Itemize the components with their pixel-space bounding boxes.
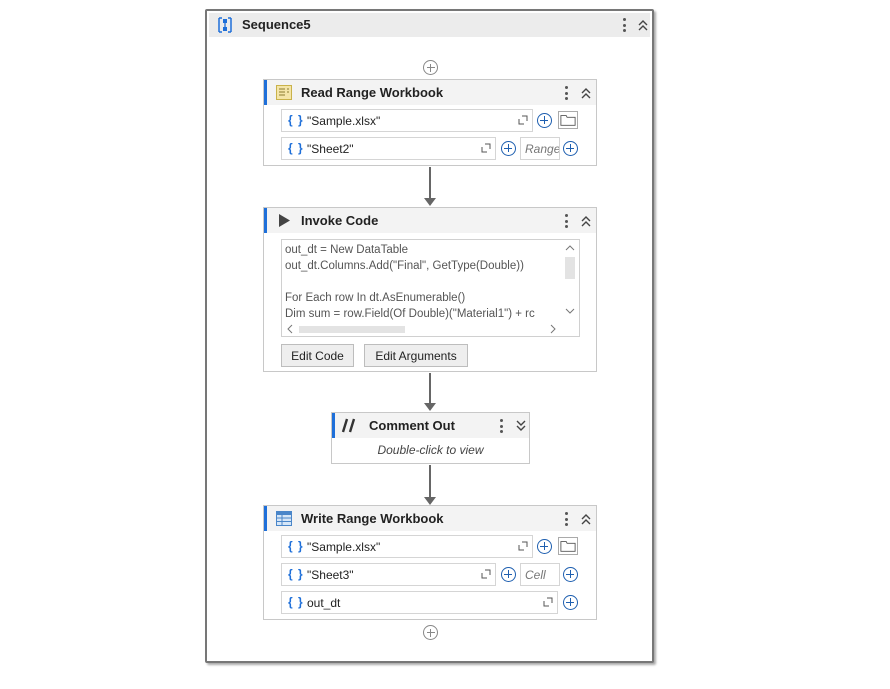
expand-editor-icon[interactable] [481, 143, 491, 153]
write-range-workbook-activity[interactable]: Write Range Workbook { } "Sample.xlsx" {… [263, 505, 597, 620]
workbook-path-plus-icon[interactable] [537, 539, 552, 554]
comment-slashes-icon [341, 418, 356, 433]
comment-out-activity[interactable]: Comment Out Double-click to view [331, 412, 530, 464]
sheet-name-plus-icon[interactable] [501, 567, 516, 582]
workbook-path-field[interactable]: { } "Sample.xlsx" [281, 535, 533, 558]
code-line: out_dt = New DataTable [285, 244, 409, 256]
add-activity-top-icon[interactable] [423, 60, 438, 75]
scroll-right-icon[interactable] [548, 323, 558, 335]
read-range-title: Read Range Workbook [301, 85, 444, 100]
expression-braces: { } [288, 113, 304, 127]
invoke-code-title: Invoke Code [301, 213, 379, 228]
excel-read-icon [276, 85, 292, 100]
workbook-path-field[interactable]: { } "Sample.xlsx" [281, 109, 533, 132]
cell-plus-icon[interactable] [563, 567, 578, 582]
sheet-name-value: "Sheet3" [307, 568, 354, 582]
code-line: out_dt.Columns.Add("Final", GetType(Doub… [285, 260, 524, 272]
sequence-header[interactable]: Sequence5 [209, 13, 650, 37]
expand-icon[interactable] [515, 419, 527, 433]
comment-out-header[interactable]: Comment Out [332, 413, 529, 438]
data-table-value: out_dt [307, 596, 341, 610]
range-plus-icon[interactable] [563, 141, 578, 156]
code-line: Dim sum = row.Field(Of Double)("Material… [285, 308, 535, 320]
starting-cell-field[interactable]: Cell [520, 563, 560, 586]
expand-editor-icon[interactable] [518, 115, 528, 125]
horizontal-scrollbar-thumb[interactable] [299, 326, 405, 333]
connector-arrow [424, 167, 436, 206]
collapse-icon[interactable] [637, 18, 649, 32]
expand-editor-icon[interactable] [481, 569, 491, 579]
read-range-header[interactable]: Read Range Workbook [264, 80, 596, 105]
invoke-code-header[interactable]: Invoke Code [264, 208, 596, 233]
expand-editor-icon[interactable] [543, 597, 553, 607]
expand-editor-icon[interactable] [518, 541, 528, 551]
scroll-up-icon[interactable] [564, 243, 576, 253]
code-preview[interactable]: out_dt = New DataTable out_dt.Columns.Ad… [281, 239, 580, 337]
read-range-menu-icon[interactable] [561, 84, 571, 102]
sequence-container[interactable]: Sequence5 Read Range Workbook { } "Sampl… [205, 9, 654, 663]
code-line: For Each row In dt.AsEnumerable() [285, 292, 466, 304]
comment-out-menu-icon[interactable] [496, 417, 506, 435]
workbook-path-plus-icon[interactable] [537, 113, 552, 128]
data-table-field[interactable]: { } out_dt [281, 591, 558, 614]
sheet-name-value: "Sheet2" [307, 142, 354, 156]
scroll-down-icon[interactable] [564, 306, 576, 316]
write-range-collapse-icon[interactable] [580, 512, 592, 526]
connector-arrow [424, 373, 436, 411]
sequence-menu-icon[interactable] [619, 16, 629, 34]
connector-arrow [424, 465, 436, 505]
data-table-plus-icon[interactable] [563, 595, 578, 610]
range-field[interactable]: Range [520, 137, 560, 160]
edit-code-button[interactable]: Edit Code [281, 344, 354, 367]
scroll-left-icon[interactable] [285, 323, 295, 335]
write-range-title: Write Range Workbook [301, 511, 444, 526]
write-range-menu-icon[interactable] [561, 510, 571, 528]
vertical-scrollbar-thumb[interactable] [565, 257, 575, 279]
invoke-code-activity[interactable]: Invoke Code out_dt = New DataTable out_d… [263, 207, 597, 372]
expression-braces: { } [288, 539, 304, 553]
edit-arguments-button[interactable]: Edit Arguments [364, 344, 468, 367]
comment-out-hint: Double-click to view [377, 443, 484, 457]
browse-folder-icon[interactable] [558, 111, 578, 129]
sequence-icon [218, 17, 232, 33]
invoke-code-collapse-icon[interactable] [580, 214, 592, 228]
expression-braces: { } [288, 595, 304, 609]
browse-folder-icon[interactable] [558, 537, 578, 555]
sheet-name-field[interactable]: { } "Sheet2" [281, 137, 496, 160]
add-activity-bottom-icon[interactable] [423, 625, 438, 640]
workbook-path-value: "Sample.xlsx" [307, 114, 381, 128]
expression-braces: { } [288, 141, 304, 155]
read-range-collapse-icon[interactable] [580, 86, 592, 100]
write-range-header[interactable]: Write Range Workbook [264, 506, 596, 531]
comment-out-title: Comment Out [369, 418, 455, 433]
excel-write-icon [276, 511, 292, 526]
sheet-name-field[interactable]: { } "Sheet3" [281, 563, 496, 586]
invoke-code-menu-icon[interactable] [561, 212, 571, 230]
sequence-title: Sequence5 [242, 17, 311, 32]
workbook-path-value: "Sample.xlsx" [307, 540, 381, 554]
sheet-name-plus-icon[interactable] [501, 141, 516, 156]
read-range-workbook-activity[interactable]: Read Range Workbook { } "Sample.xlsx" { … [263, 79, 597, 166]
play-icon [279, 214, 290, 227]
expression-braces: { } [288, 567, 304, 581]
